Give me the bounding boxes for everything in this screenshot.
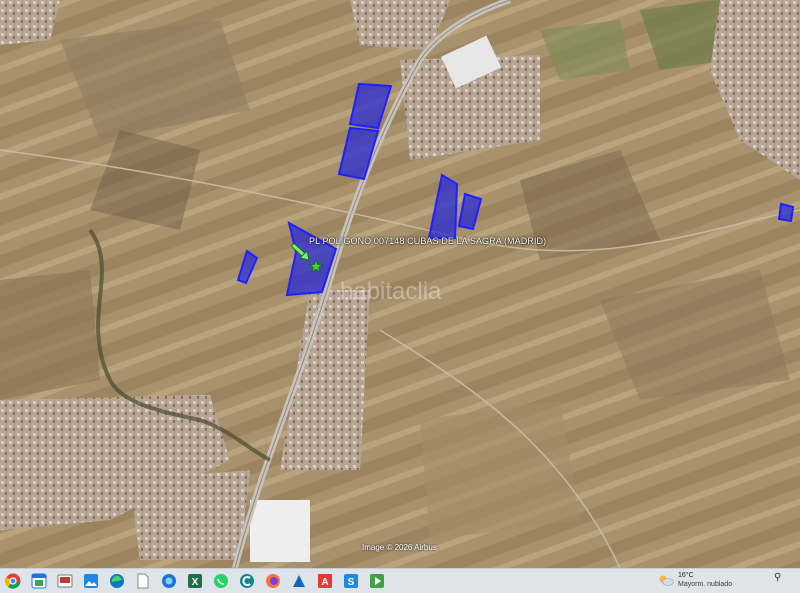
parcel-polygon[interactable] <box>777 202 795 223</box>
taskbar-calendar-app[interactable] <box>26 569 52 593</box>
cloud-sun-icon <box>659 575 674 586</box>
chrome-icon <box>5 573 21 589</box>
parcel-label: PL POLIGONO 007148 CUBAS DE LA SAGRA (MA… <box>309 236 547 246</box>
photos-app-icon <box>84 574 98 588</box>
taskbar-s-app[interactable]: S <box>338 569 364 593</box>
taskbar-firefox[interactable] <box>260 569 286 593</box>
satellite-map[interactable]: PL POLIGONO 007148 CUBAS DE LA SAGRA (MA… <box>0 0 800 568</box>
taskbar-whatsapp[interactable] <box>208 569 234 593</box>
whatsapp-icon <box>214 574 228 588</box>
imagery-credit: Image © 2026 Airbus <box>362 543 437 552</box>
text-editor-icon <box>293 575 305 587</box>
s-app-icon: S <box>344 574 358 588</box>
play-app-icon <box>370 574 384 588</box>
edge-icon <box>110 574 124 588</box>
taskbar-photos-app[interactable] <box>78 569 104 593</box>
file-icon <box>137 573 149 589</box>
svg-text:X: X <box>192 577 199 588</box>
taskbar-edge[interactable] <box>104 569 130 593</box>
taskbar-play-app[interactable] <box>364 569 390 593</box>
search-icon[interactable]: ⚲ <box>774 572 781 583</box>
svg-text:A: A <box>321 577 328 588</box>
taskbar-file[interactable] <box>130 569 156 593</box>
taskbar-acrobat[interactable]: A <box>312 569 338 593</box>
weather-temperature: 16°C <box>678 572 694 579</box>
watermark: habitaclia <box>340 278 442 305</box>
weather-description: Mayorm. nublado <box>678 581 733 588</box>
svg-text:S: S <box>348 577 355 588</box>
excel-icon: X <box>188 574 202 588</box>
calendar-app-icon <box>31 573 47 589</box>
firefox-icon <box>266 574 280 588</box>
weather-widget[interactable]: 16°C Mayorm. nublado <box>658 571 732 589</box>
taskbar-chrome[interactable] <box>0 569 26 593</box>
slides-app-icon <box>57 574 73 588</box>
taskbar-app-circle[interactable] <box>234 569 260 593</box>
app-circle-icon <box>240 574 254 588</box>
acrobat-icon: A <box>318 574 332 588</box>
taskbar-slides-app[interactable] <box>52 569 78 593</box>
photo-viewer-icon <box>162 574 176 588</box>
taskbar-excel[interactable]: X <box>182 569 208 593</box>
taskbar-text-editor[interactable] <box>286 569 312 593</box>
taskbar-photo-viewer[interactable] <box>156 569 182 593</box>
